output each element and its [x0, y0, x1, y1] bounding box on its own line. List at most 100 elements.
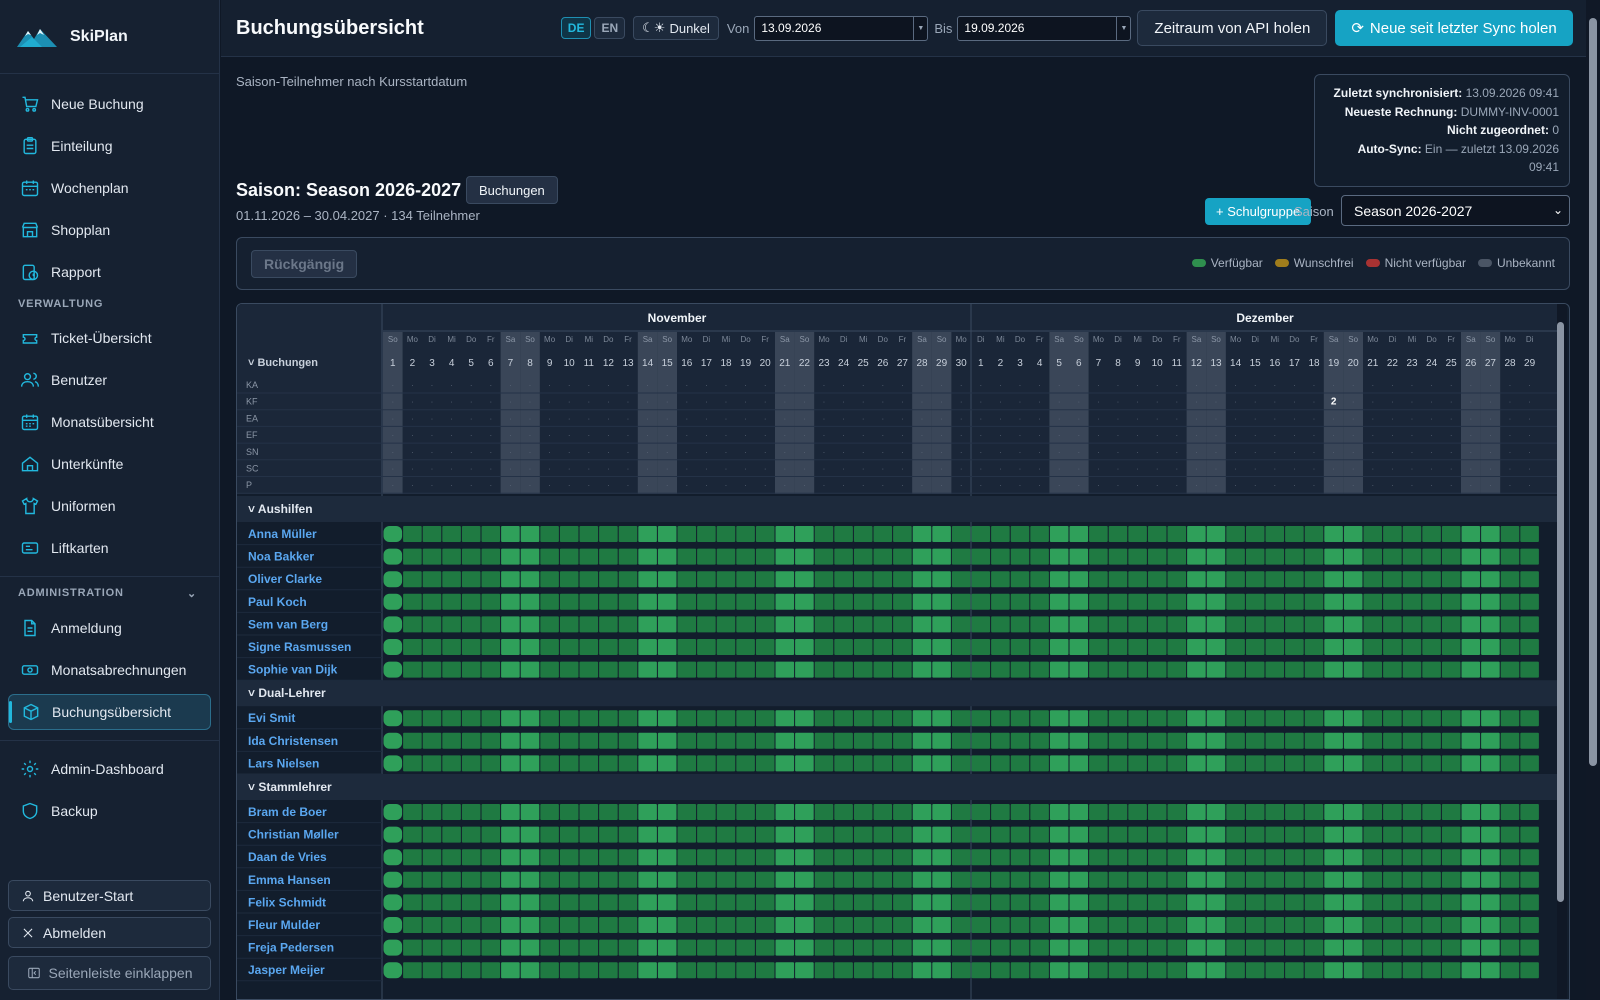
- availability-cell: [1147, 849, 1167, 866]
- to-date-input[interactable]: 19.09.2026 ▼: [957, 15, 1132, 41]
- booking-empty-mark: ·: [1332, 414, 1335, 423]
- availability-cell: [1343, 661, 1363, 678]
- availability-cell: [814, 871, 834, 888]
- availability-cell: [461, 826, 481, 843]
- undo-button[interactable]: Rückgängig: [251, 250, 358, 278]
- availability-cell: [1422, 962, 1441, 979]
- booking-empty-mark: ·: [1136, 431, 1139, 440]
- weekday-label: Mo: [544, 335, 556, 344]
- lang-de-button[interactable]: DE: [560, 17, 592, 39]
- availability-cell: [1226, 639, 1245, 655]
- availability-cell: [442, 639, 461, 655]
- availability-cell: [853, 616, 873, 633]
- booking-empty-mark: ·: [979, 481, 982, 490]
- availability-cell: [1422, 849, 1441, 866]
- availability-cell: [1206, 804, 1226, 820]
- availability-cell: [1010, 826, 1030, 843]
- page-scrollbar[interactable]: [1586, 0, 1600, 1000]
- nav-ticket-uebersicht[interactable]: Ticket-Übersicht: [8, 320, 211, 356]
- nav-einteilung[interactable]: Einteilung: [8, 128, 211, 164]
- dropdown-arrow-icon[interactable]: ▼: [1116, 16, 1130, 40]
- availability-cell: [1167, 804, 1187, 820]
- nav-uniformen[interactable]: Uniformen: [8, 488, 211, 524]
- weekday-label: Di: [840, 335, 848, 344]
- booking-empty-mark: ·: [1117, 481, 1120, 490]
- availability-cell: [991, 871, 1010, 888]
- nav-unterkuenfte[interactable]: Unterkünfte: [8, 446, 211, 482]
- availability-cell: [638, 526, 657, 542]
- availability-cell: [1128, 894, 1147, 911]
- grid-scroll-thumb[interactable]: [1557, 322, 1564, 902]
- booking-empty-mark: ·: [744, 381, 747, 390]
- booking-empty-mark: ·: [1450, 448, 1453, 457]
- theme-label: Dunkel: [669, 20, 710, 36]
- weekday-label: Fr: [1310, 335, 1318, 344]
- availability-cell: [481, 849, 501, 866]
- booking-empty-mark: ·: [960, 381, 963, 390]
- availability-cell: [1481, 661, 1500, 678]
- availability-cell: [834, 571, 853, 588]
- saison-select[interactable]: Season 2026-2027 ⌄: [1341, 195, 1570, 226]
- nav-rapport[interactable]: Rapport: [8, 254, 211, 290]
- nav-monatsuebersicht[interactable]: Monatsübersicht: [8, 404, 211, 440]
- fetch-range-button[interactable]: Zeitraum von API holen: [1137, 10, 1328, 46]
- legend-label: Wunschfrei: [1293, 256, 1354, 270]
- lang-en-button[interactable]: EN: [594, 17, 626, 39]
- availability-cell: [1049, 548, 1069, 565]
- availability-cell: [736, 849, 755, 866]
- availability-cell: [1265, 616, 1285, 633]
- from-date-input[interactable]: 13.09.2026 ▼: [754, 15, 929, 41]
- booking-empty-mark: ·: [1117, 431, 1120, 440]
- user-start-button[interactable]: Benutzer-Start: [8, 880, 211, 911]
- availability-cell: [520, 755, 540, 772]
- booking-empty-mark: ·: [960, 414, 963, 423]
- weekday-label: Di: [1389, 335, 1397, 344]
- availability-cell: [461, 962, 481, 979]
- booking-empty-mark: ·: [1411, 481, 1414, 490]
- logout-button[interactable]: Abmelden: [8, 917, 211, 948]
- nav-liftkarten[interactable]: Liftkarten: [8, 530, 211, 566]
- nav-admin-dashboard[interactable]: Admin-Dashboard: [8, 751, 211, 787]
- nav-monatsabrechnungen[interactable]: Monatsabrechnungen: [8, 652, 211, 688]
- nav-anmeldung[interactable]: Anmeldung: [8, 610, 211, 646]
- availability-cell: [697, 639, 716, 655]
- nav-label: Wochenplan: [51, 180, 129, 196]
- section-administration[interactable]: ADMINISTRATION ⌄: [18, 587, 219, 600]
- logo-row[interactable]: SkiPlan: [0, 0, 219, 74]
- nav-neue-buchung[interactable]: Neue Buchung: [8, 86, 211, 122]
- page-scroll-thumb[interactable]: [1589, 18, 1597, 766]
- theme-toggle-button[interactable]: ☾☀ Dunkel: [633, 16, 719, 40]
- dropdown-arrow-icon[interactable]: ▼: [913, 16, 927, 40]
- availability-cell: [1304, 894, 1324, 911]
- fetch-new-button[interactable]: ⟳ Neue seit letzter Sync holen: [1335, 10, 1573, 46]
- nav-buchungsuebersicht[interactable]: Buchungsübersicht: [8, 694, 211, 730]
- nav-backup[interactable]: Backup: [8, 793, 211, 829]
- nav-wochenplan[interactable]: Wochenplan: [8, 170, 211, 206]
- booking-empty-mark: ·: [411, 381, 414, 390]
- availability-cell: [520, 894, 540, 911]
- buchungen-button[interactable]: Buchungen: [466, 176, 558, 204]
- day-number: 7: [508, 358, 514, 369]
- availability-cell: [599, 826, 618, 843]
- nav-shopplan[interactable]: Shopplan: [8, 212, 211, 248]
- availability-cell: [1049, 616, 1069, 633]
- nav-benutzer[interactable]: Benutzer: [8, 362, 211, 398]
- availability-cell: [422, 804, 442, 820]
- availability-cell: [912, 548, 932, 565]
- availability-cell: [853, 710, 873, 727]
- booking-empty-mark: ·: [685, 481, 688, 490]
- booking-empty-mark: ·: [783, 465, 786, 474]
- availability-cell: [422, 917, 442, 933]
- chevron-down-icon[interactable]: ⌄: [187, 587, 197, 600]
- booking-empty-mark: ·: [1450, 398, 1453, 407]
- booking-empty-mark: ·: [901, 414, 904, 423]
- booking-empty-mark: ·: [646, 431, 649, 440]
- collapse-sidebar-button[interactable]: Seitenleiste einklappen: [8, 956, 211, 990]
- availability-cell: [932, 894, 951, 911]
- user-start-label: Benutzer-Start: [43, 887, 134, 904]
- grid-scrollbar[interactable]: [1557, 304, 1567, 999]
- availability-cell: [1187, 571, 1206, 588]
- availability-cell: [618, 710, 638, 727]
- availability-cell: [716, 526, 736, 542]
- availability-cell: [599, 526, 618, 542]
